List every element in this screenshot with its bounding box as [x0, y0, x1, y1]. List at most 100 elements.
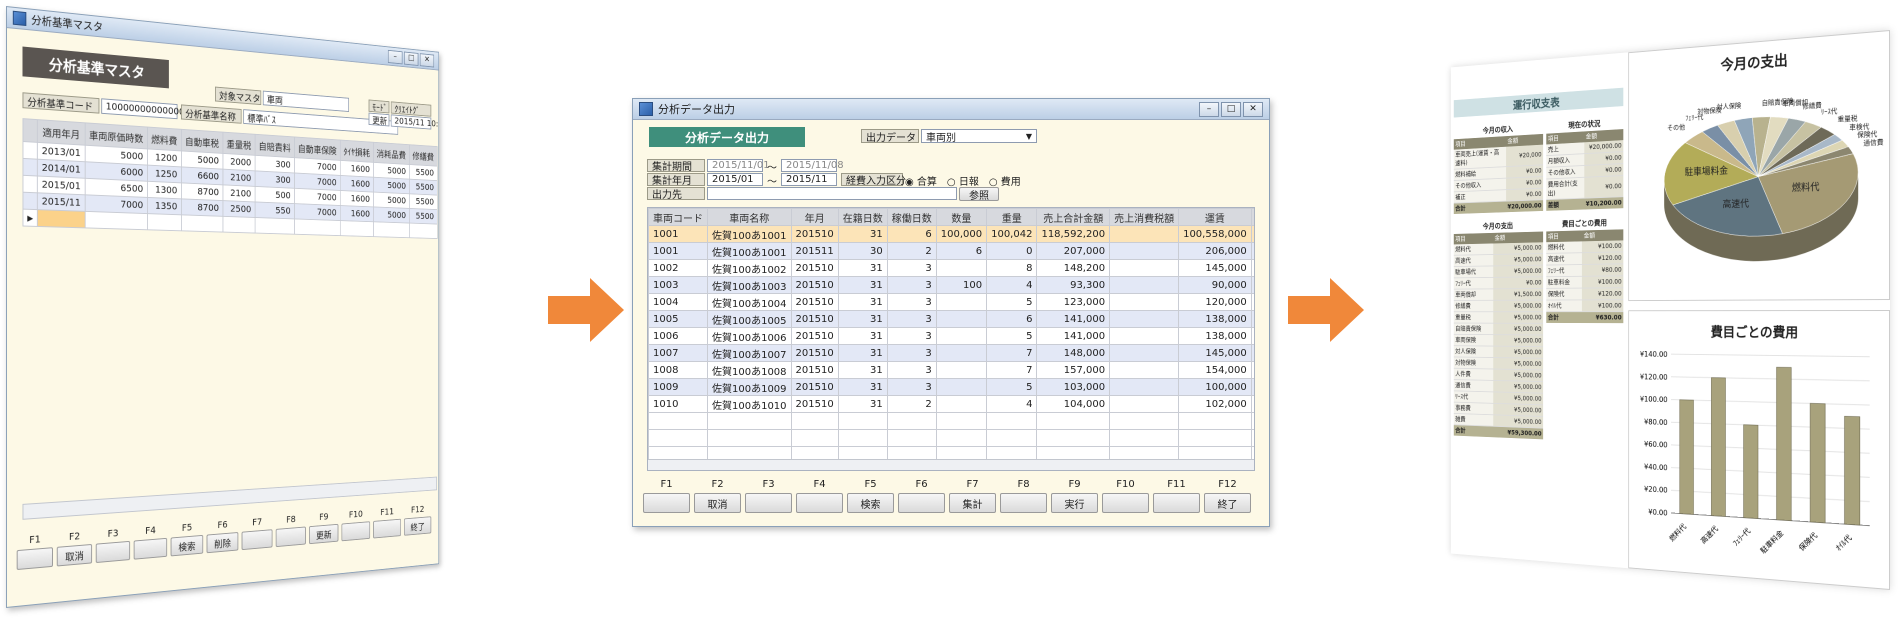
table-cell[interactable]: 201510 [790, 344, 839, 362]
output-select[interactable]: 車両別 ▼ [921, 129, 1037, 144]
table-cell[interactable]: 100 [935, 276, 988, 294]
fkey-button[interactable]: 終了 [403, 516, 432, 536]
table-row[interactable]: 1001佐賀100あ100120151130260207,000 206,0001… [648, 242, 1254, 260]
table-cell[interactable]: 141,000 [1036, 327, 1111, 345]
horizontal-scrollbar[interactable] [648, 459, 1254, 470]
column-header[interactable]: 自賠責料 [254, 134, 295, 158]
table-cell[interactable] [1109, 259, 1180, 277]
table-cell[interactable]: 2100 [222, 169, 255, 187]
table-cell[interactable]: 201510 [790, 361, 839, 379]
table-cell[interactable] [1109, 225, 1180, 243]
table-cell[interactable]: 5 [986, 327, 1038, 345]
table-cell[interactable]: 3 [886, 310, 937, 328]
maximize-icon[interactable]: □ [403, 51, 419, 66]
table-cell[interactable] [1109, 395, 1180, 413]
column-header[interactable]: 運賃 [1178, 208, 1252, 226]
period-from-field[interactable]: 2015/11/01 [707, 159, 770, 172]
minimize-icon[interactable]: – [1199, 101, 1219, 117]
table-row[interactable]: 1004佐賀100あ1004201510313 5123,000 120,0003,… [648, 293, 1254, 311]
table-cell[interactable]: 1200 [147, 148, 182, 167]
table-cell[interactable] [935, 344, 988, 362]
table-cell[interactable] [37, 209, 85, 228]
fkey-button[interactable]: 更新 [309, 523, 339, 545]
table-cell[interactable]: 1,000 [1250, 242, 1254, 260]
table-cell[interactable] [935, 259, 988, 277]
column-header[interactable]: 消耗品費 [373, 142, 410, 165]
column-header[interactable]: 高速料 [1250, 208, 1254, 226]
table-row[interactable]: 1009佐賀100あ1009201510313 5103,000 100,0003,… [648, 378, 1254, 396]
table-cell[interactable] [1109, 276, 1180, 294]
table-cell[interactable]: 118,592,200 [1036, 225, 1111, 243]
table-cell[interactable]: 7 [986, 361, 1038, 379]
column-header[interactable]: 車両コード [648, 208, 708, 226]
table-cell[interactable] [1109, 361, 1180, 379]
table-cell[interactable]: 207,000 [1036, 242, 1111, 260]
table-cell[interactable]: 31 [837, 327, 888, 345]
table-cell[interactable]: 佐賀100あ1001 [707, 225, 792, 243]
fkey-button[interactable]: 取消 [694, 493, 741, 513]
fkey-button[interactable] [1000, 493, 1047, 513]
table-cell[interactable]: 120,000 [1178, 293, 1252, 311]
table-cell[interactable]: 5000 [373, 177, 410, 194]
table-row[interactable]: 1003佐賀100あ1003201510313100493,300 90,0003… [648, 276, 1254, 294]
table-cell[interactable]: 5500 [409, 179, 438, 196]
fkey-button[interactable] [898, 493, 945, 513]
table-cell[interactable]: 31 [837, 344, 888, 362]
radio-sum[interactable]: ◉ 合算 [905, 173, 937, 188]
table-cell[interactable]: 201510 [790, 225, 839, 243]
table-cell[interactable]: 154,000 [1178, 361, 1252, 379]
period-to-field[interactable]: 2015/11/08 [781, 159, 844, 172]
table-cell[interactable] [935, 378, 988, 396]
table-cell[interactable]: 2500 [222, 200, 255, 218]
ym-from-field[interactable]: 2015/01 [707, 173, 763, 186]
table-cell[interactable] [1109, 293, 1180, 311]
table-cell[interactable]: 8700 [181, 182, 223, 201]
column-header[interactable]: ﾀｲﾔ損耗 [340, 140, 374, 163]
table-cell[interactable]: 201510 [790, 259, 839, 277]
table-cell[interactable]: 3 [886, 327, 937, 345]
table-cell[interactable]: 1010 [648, 395, 708, 413]
table-cell[interactable]: 100,000 [1178, 378, 1252, 396]
export-grid[interactable]: 車両コード車両名称年月在籍日数稼働日数数量重量売上合計金額売上消費税額運賃高速料… [648, 208, 1254, 464]
column-header[interactable]: 修繕費 [409, 144, 438, 167]
table-row[interactable]: 1002佐賀100あ1002201510313 8148,200 145,0003,… [648, 259, 1254, 277]
table-cell[interactable]: 31 [837, 310, 888, 328]
table-cell[interactable]: 3 [886, 344, 937, 362]
table-cell[interactable]: 佐賀100あ1007 [707, 344, 792, 362]
table-cell[interactable] [409, 223, 438, 239]
table-cell[interactable]: 3 [886, 259, 937, 277]
table-cell[interactable]: 佐賀100あ1001 [707, 242, 792, 260]
table-cell[interactable] [373, 221, 410, 238]
table-cell[interactable] [340, 220, 374, 237]
master-grid[interactable]: 適用年月 車両原価時数 燃料費 自動車税 重量税 自賠責料 自動車保険 ﾀｲﾔ損耗 消耗品費 修繕… [22, 118, 438, 239]
table-cell[interactable]: 148,200 [1036, 259, 1111, 277]
table-cell[interactable]: 2 [886, 395, 937, 413]
table-cell[interactable]: 1003 [648, 276, 708, 294]
fkey-button[interactable]: 検索 [847, 493, 894, 513]
fkey-button[interactable] [373, 518, 402, 539]
table-cell[interactable]: 1250 [147, 165, 182, 183]
table-cell[interactable] [147, 213, 182, 231]
table-cell[interactable] [222, 216, 255, 234]
column-header[interactable]: 適用年月 [37, 119, 85, 146]
table-cell[interactable]: 104,000 [1036, 395, 1111, 413]
table-cell[interactable]: 1001 [648, 242, 708, 260]
table-cell[interactable]: 佐賀100あ1009 [707, 378, 792, 396]
table-cell[interactable]: 佐賀100あ1006 [707, 327, 792, 345]
close-icon[interactable]: ✕ [419, 52, 435, 68]
table-cell[interactable]: 3 [886, 293, 937, 311]
table-cell[interactable]: 201510 [790, 276, 839, 294]
table-cell[interactable]: 30 [837, 242, 888, 260]
table-cell[interactable]: 148,000 [1036, 344, 1111, 362]
fkey-button[interactable]: 取消 [56, 543, 93, 567]
table-cell[interactable]: 2,000 [1250, 395, 1254, 413]
table-cell[interactable] [254, 217, 295, 235]
table-row[interactable]: 1008佐賀100あ1008201510313 7157,000 154,0003,… [648, 361, 1254, 379]
table-cell[interactable]: 5 [986, 378, 1038, 396]
table-cell[interactable]: 2015/01 [37, 176, 85, 195]
table-cell[interactable]: 5500 [409, 208, 438, 225]
table-cell[interactable]: 3,000 [1250, 293, 1254, 311]
table-cell[interactable] [1109, 327, 1180, 345]
table-cell[interactable] [181, 214, 223, 233]
table-cell[interactable]: 1008 [648, 361, 708, 379]
